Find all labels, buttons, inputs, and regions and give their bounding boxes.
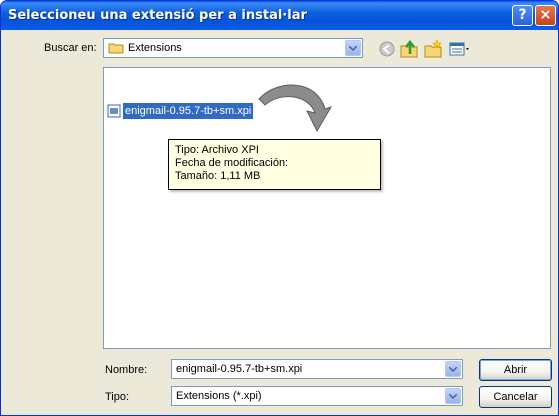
filename-label: Nombre: [105,364,148,376]
close-button[interactable]: × [535,5,556,26]
curved-arrow-icon [255,81,335,137]
back-icon[interactable] [377,39,397,59]
view-menu-icon[interactable] [448,39,472,59]
filetype-label: Tipo: [105,391,130,403]
tooltip-modified: Fecha de modificación: [175,157,289,169]
window-title: Seleccioneu una extensió per a instal·la… [8,8,307,23]
filename-value: enigmail-0.95.7-tb+sm.xpi [176,363,303,375]
look-in-label: Buscar en: [44,42,97,54]
filename-input[interactable]: enigmail-0.95.7-tb+sm.xpi [171,359,463,379]
filetype-dropdown[interactable]: Extensions (*.xpi) [171,386,463,406]
chevron-down-icon[interactable] [345,40,361,56]
up-folder-icon[interactable] [399,39,419,59]
new-folder-icon[interactable] [423,39,443,59]
file-info-tooltip: Tipo: Archivo XPI Fecha de modificación:… [168,139,381,190]
tooltip-type: Tipo: Archivo XPI [175,144,259,156]
tooltip-size: Tamaño: 1,11 MB [175,170,261,182]
cancel-button[interactable]: Cancelar [479,386,552,408]
open-button[interactable]: Abrir [479,359,552,381]
look-in-dropdown[interactable]: Extensions [103,38,363,58]
filetype-value: Extensions (*.xpi) [176,390,262,402]
folder-icon [108,42,124,54]
file-open-dialog: Seleccioneu una extensió per a instal·la… [0,0,559,416]
xpi-file-icon [107,104,121,118]
file-name: enigmail-0.95.7-tb+sm.xpi [123,103,254,119]
chevron-down-icon[interactable] [445,361,461,377]
look-in-value: Extensions [128,42,182,54]
title-bar[interactable]: Seleccioneu una extensió per a instal·la… [1,1,558,30]
help-button[interactable]: ? [512,5,533,26]
chevron-down-icon[interactable] [445,388,461,404]
